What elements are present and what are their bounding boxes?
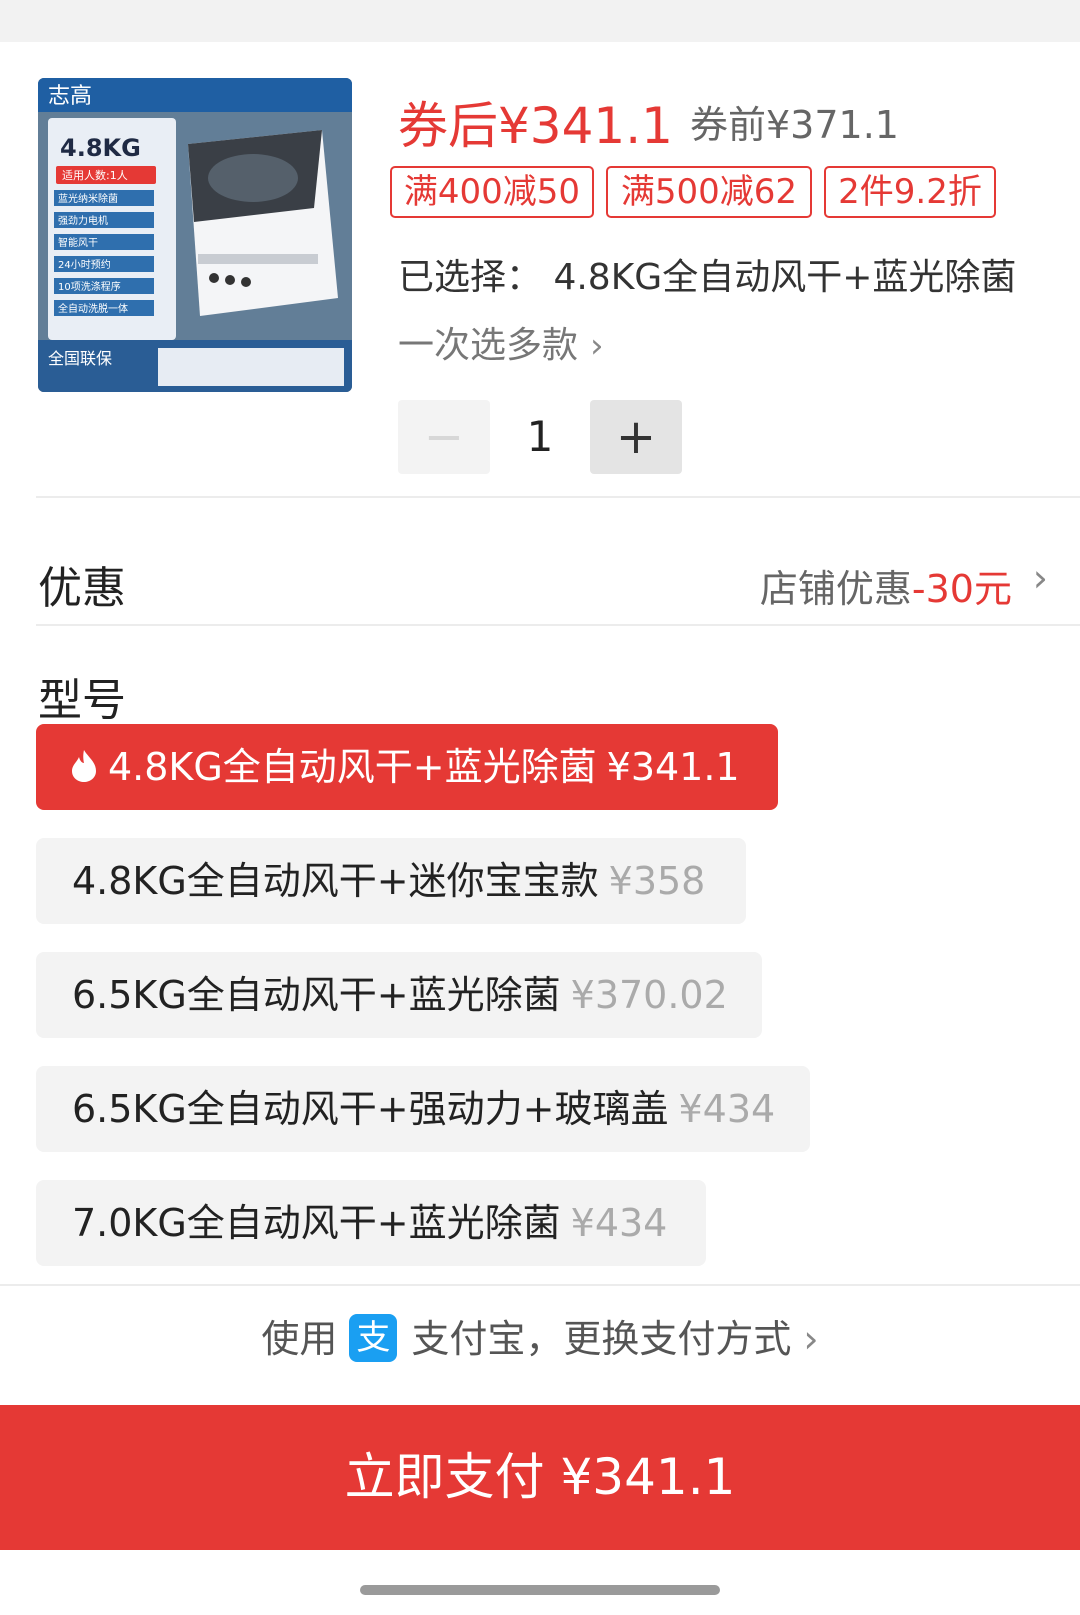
feature-6: 全自动洗脱一体 <box>58 302 128 315</box>
multi-select-link[interactable]: 一次选多款 › <box>398 316 604 368</box>
promotion-tag-1: 满400减50 <box>390 166 594 218</box>
promotion-tag-3: 2件9.2折 <box>824 166 996 218</box>
price-after-coupon: 券后¥341.1 <box>398 97 673 155</box>
model-option-4[interactable]: 6.5KG全自动风干+强动力+玻璃盖 ¥434 <box>36 1066 810 1152</box>
home-indicator[interactable] <box>360 1585 720 1595</box>
washing-machine-image: 志高 4.8KG 适用人数:1人 蓝光纳米除菌 强劲力电机 智能风干 24小时预… <box>38 78 352 392</box>
model-option-name: 6.5KG全自动风干+强动力+玻璃盖 <box>72 1087 669 1131</box>
discount-prefix: 店铺优惠 <box>759 567 912 611</box>
product-image[interactable]: 志高 4.8KG 适用人数:1人 蓝光纳米除菌 强劲力电机 智能风干 24小时预… <box>38 78 352 392</box>
model-option-price: ¥434 <box>678 1087 776 1131</box>
model-option-price: ¥358 <box>608 859 706 903</box>
capacity-badge: 4.8KG <box>60 134 141 162</box>
quantity-decrease-button[interactable]: − <box>398 400 490 474</box>
divider <box>36 624 1080 626</box>
feature-4: 24小时预约 <box>58 258 111 271</box>
discount-amount: -30元 <box>911 567 1012 611</box>
discount-label: 优惠 <box>38 563 126 614</box>
model-option-name: 6.5KG全自动风干+蓝光除菌 <box>72 973 561 1017</box>
top-bar <box>0 0 1080 42</box>
model-option-price: ¥434 <box>570 1201 668 1245</box>
feature-5: 10项洗涤程序 <box>58 280 121 293</box>
promotion-tag-2: 满500减62 <box>606 166 812 218</box>
quantity-increase-button[interactable]: + <box>590 400 682 474</box>
chevron-right-icon[interactable]: › <box>1033 556 1048 600</box>
model-option-price: ¥341.1 <box>606 745 740 789</box>
payment-prefix: 使用 <box>261 1317 338 1361</box>
alipay-icon: 支 <box>349 1313 398 1362</box>
model-option-5[interactable]: 7.0KG全自动风干+蓝光除菌 ¥434 <box>36 1180 706 1266</box>
chevron-right-icon: › <box>803 1317 819 1361</box>
plus-icon: + <box>615 409 657 465</box>
feature-3: 智能风干 <box>58 236 98 249</box>
discount-value[interactable]: 店铺优惠-30元 <box>760 558 1012 613</box>
flame-icon <box>72 749 96 782</box>
model-option-2[interactable]: 4.8KG全自动风干+迷你宝宝款 ¥358 <box>36 838 746 924</box>
model-option-name: 4.8KG全自动风干+蓝光除菌 <box>108 745 597 789</box>
divider <box>36 496 1080 498</box>
price-before-coupon: 券前¥371.1 <box>690 103 899 147</box>
chevron-right-icon: › <box>590 326 604 366</box>
model-option-price: ¥370.02 <box>570 973 728 1017</box>
people-tag: 适用人数:1人 <box>62 169 128 182</box>
model-option-1[interactable]: 4.8KG全自动风干+蓝光除菌 ¥341.1 <box>36 724 778 810</box>
payment-method-text: 支付宝，更换支付方式 <box>411 1317 792 1361</box>
multi-select-label: 一次选多款 <box>398 325 579 366</box>
minus-icon: − <box>423 409 465 465</box>
divider <box>0 1284 1080 1286</box>
model-label: 型号 <box>38 675 126 726</box>
feature-1: 蓝光纳米除菌 <box>58 192 118 205</box>
model-option-name: 4.8KG全自动风干+迷你宝宝款 <box>72 859 599 903</box>
warranty-text: 全国联保 <box>48 349 112 368</box>
model-option-name: 7.0KG全自动风干+蓝光除菌 <box>72 1201 561 1245</box>
pay-now-button[interactable]: 立即支付 ¥341.1 <box>0 1405 1080 1550</box>
selected-variant-text: 已选择： 4.8KG全自动风干+蓝光除菌 <box>398 257 1017 298</box>
brand-logo-text: 志高 <box>48 84 92 109</box>
feature-2: 强劲力电机 <box>58 214 108 227</box>
payment-method-selector[interactable]: 使用支支付宝，更换支付方式 › <box>0 1308 1080 1366</box>
model-option-3[interactable]: 6.5KG全自动风干+蓝光除菌 ¥370.02 <box>36 952 762 1038</box>
quantity-value: 1 <box>526 412 554 461</box>
